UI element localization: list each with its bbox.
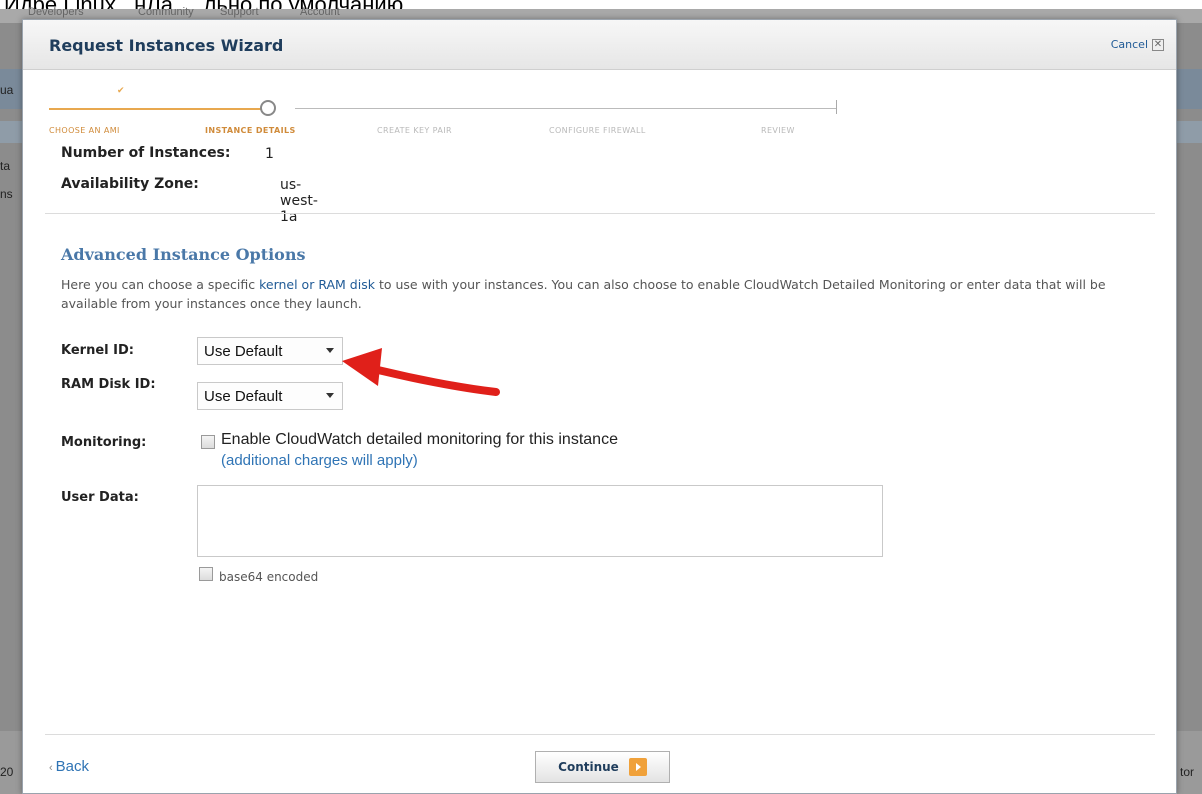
monitoring-checkbox[interactable] (201, 435, 215, 449)
base64-label: base64 encoded (219, 570, 319, 584)
availability-zone-label: Availability Zone: (61, 176, 199, 192)
close-icon[interactable]: ✕ (1152, 38, 1164, 51)
instances-count-row: Number of Instances: 1 (61, 145, 274, 162)
continue-button[interactable]: Continue (535, 751, 670, 783)
steps-end-tick (836, 100, 837, 114)
step-done-check-icon: ✔ (117, 86, 125, 96)
kernel-id-value: Use Default (204, 342, 283, 360)
availability-zone-value: us-west-1a (280, 177, 318, 225)
chevron-left-icon: ‹ (49, 762, 53, 774)
back-label: Back (55, 758, 90, 775)
user-data-textarea[interactable] (197, 485, 883, 557)
background-edge-text: ta (0, 159, 11, 173)
section-divider (45, 213, 1155, 214)
footer-divider (45, 734, 1155, 735)
availability-zone-row: Availability Zone: us-west-1a (61, 176, 318, 225)
monitoring-option-text: Enable CloudWatch detailed monitoring fo… (221, 431, 618, 448)
background-edge-text: 20 (0, 765, 14, 779)
ram-disk-id-value: Use Default (204, 387, 283, 405)
back-button[interactable]: ‹ Back (49, 758, 89, 775)
background-edge-text: ua (0, 83, 14, 97)
arrow-right-icon (628, 758, 647, 776)
kernel-id-label: Kernel ID: (61, 343, 134, 358)
background-nav-item: Developers (28, 6, 84, 18)
advanced-options-title: Advanced Instance Options (61, 245, 306, 264)
continue-label: Continue (558, 760, 619, 774)
description-text: Here you can choose a specific (61, 277, 260, 292)
cancel-button[interactable]: Cancel ✕ (1111, 38, 1164, 51)
background-edge-text: tor (1180, 765, 1195, 779)
step-configure-firewall: CONFIGURE FIREWALL (549, 126, 646, 135)
cancel-label: Cancel (1110, 38, 1148, 51)
instances-count-value: 1 (265, 146, 274, 162)
background-nav-item: Support (220, 6, 259, 18)
kernel-ramdisk-link[interactable]: kernel or RAM disk (259, 277, 375, 292)
background-nav-item: Community (138, 6, 194, 18)
dialog-header: Request Instances Wizard Cancel ✕ (23, 20, 1176, 70)
step-review: REVIEW (761, 126, 795, 135)
step-instance-details: INSTANCE DETAILS (205, 126, 296, 135)
user-data-label: User Data: (61, 490, 139, 505)
advanced-options-description: Here you can choose a specific kernel or… (61, 275, 1141, 313)
ram-disk-id-label: RAM Disk ID: (61, 377, 156, 392)
wizard-dialog: Request Instances Wizard Cancel ✕ ✔ CHOO… (22, 19, 1177, 794)
step-create-key-pair: CREATE KEY PAIR (377, 126, 452, 135)
base64-checkbox[interactable] (199, 567, 213, 581)
steps-progress-line (49, 108, 261, 110)
background-nav-item: Account (300, 6, 340, 18)
steps-remaining-line (295, 108, 837, 109)
step-choose-ami: CHOOSE AN AMI (49, 126, 120, 135)
annotation-arrow-icon (342, 348, 500, 396)
background-edge-text: ns (0, 187, 13, 201)
monitoring-label: Monitoring: (61, 435, 147, 450)
instances-count-label: Number of Instances: (61, 145, 231, 161)
additional-charges-note: (additional charges will apply) (221, 452, 418, 469)
step-current-marker-icon (260, 100, 276, 116)
dialog-title: Request Instances Wizard (49, 36, 284, 55)
wizard-steps: ✔ CHOOSE AN AMI INSTANCE DETAILS CREATE … (47, 70, 847, 135)
